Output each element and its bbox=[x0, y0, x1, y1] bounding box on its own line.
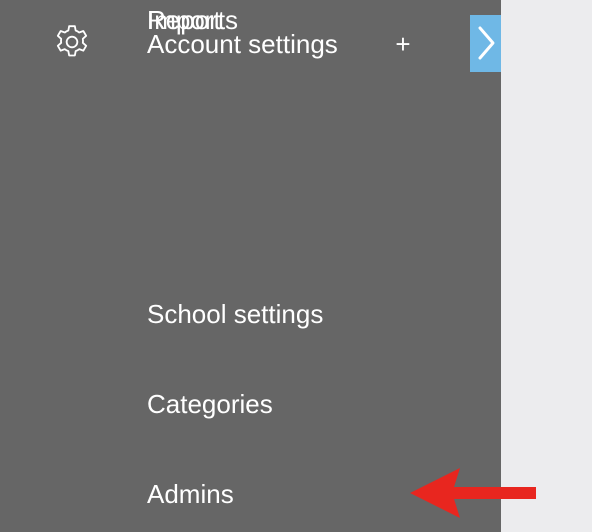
sidebar-item-label: Categories bbox=[147, 389, 273, 419]
sidebar-item-school-settings[interactable]: School settings bbox=[147, 294, 323, 334]
sidebar-item-label: Import bbox=[147, 5, 221, 35]
gear-icon bbox=[56, 25, 88, 57]
settings-sidebar: Account settings + School settings Categ… bbox=[0, 0, 501, 532]
expand-account-settings-button[interactable]: + bbox=[393, 26, 413, 62]
sidebar-item-categories[interactable]: Categories bbox=[147, 384, 273, 424]
sidebar-item-admins[interactable]: Admins bbox=[147, 474, 234, 514]
arrow-left-icon bbox=[410, 468, 536, 518]
sidebar-item-import[interactable]: Import bbox=[147, 0, 221, 40]
sidebar-item-label: Admins bbox=[147, 479, 234, 509]
collapse-sidebar-button[interactable] bbox=[470, 15, 501, 72]
chevron-right-icon bbox=[478, 26, 495, 60]
sidebar-item-label: School settings bbox=[147, 299, 324, 329]
